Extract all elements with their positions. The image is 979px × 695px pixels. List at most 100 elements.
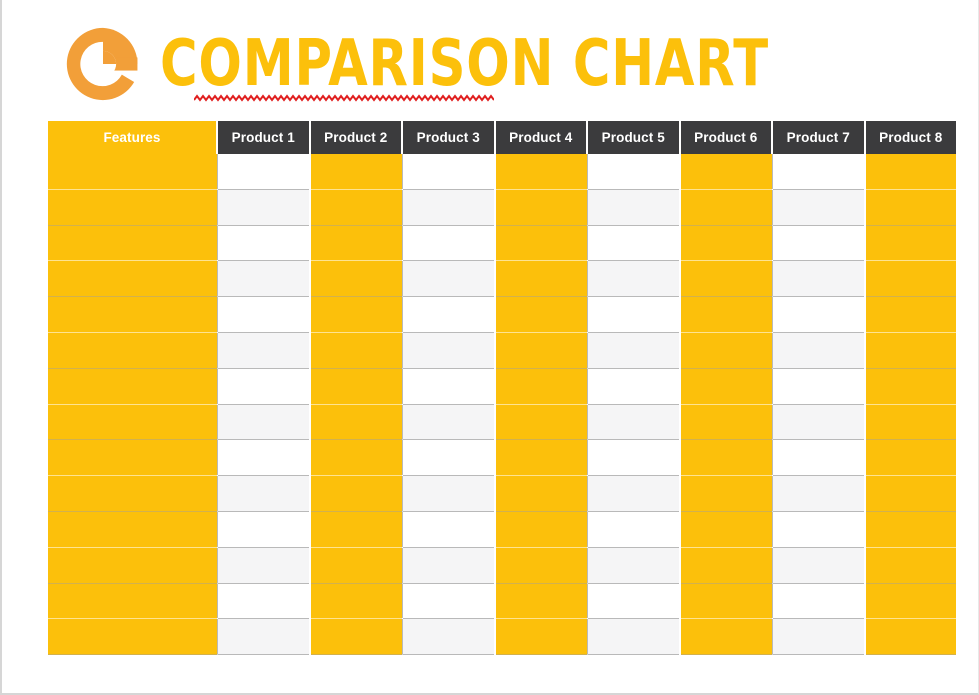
cell-product-4[interactable] [493, 154, 587, 190]
cell-product-3[interactable] [401, 583, 495, 620]
cell-product-2[interactable] [308, 583, 402, 620]
cell-product-5[interactable] [586, 618, 680, 656]
cell-product-3[interactable] [401, 475, 495, 512]
cell-product-1[interactable] [216, 404, 310, 441]
cell-product-2[interactable] [308, 547, 402, 584]
cell-product-6[interactable] [678, 547, 772, 584]
feature-cell[interactable] [48, 332, 217, 369]
cell-product-4[interactable] [493, 583, 587, 620]
cell-product-6[interactable] [678, 260, 772, 298]
cell-product-1[interactable] [216, 583, 310, 620]
cell-product-4[interactable] [493, 404, 587, 441]
cell-product-1[interactable] [216, 189, 310, 226]
cell-product-7[interactable] [771, 332, 865, 369]
cell-product-4[interactable] [493, 296, 587, 333]
column-header-product-8[interactable]: Product 8 [863, 121, 956, 154]
cell-product-2[interactable] [308, 439, 402, 477]
cell-product-5[interactable] [586, 189, 680, 226]
cell-product-4[interactable] [493, 368, 587, 405]
feature-cell[interactable] [48, 260, 217, 298]
cell-product-6[interactable] [678, 154, 772, 190]
cell-product-7[interactable] [771, 547, 865, 584]
cell-product-8[interactable] [863, 296, 956, 333]
cell-product-4[interactable] [493, 618, 587, 656]
cell-product-2[interactable] [308, 618, 402, 656]
cell-product-7[interactable] [771, 154, 865, 190]
cell-product-1[interactable] [216, 296, 310, 333]
cell-product-4[interactable] [493, 189, 587, 226]
cell-product-3[interactable] [401, 618, 495, 656]
cell-product-1[interactable] [216, 439, 310, 477]
cell-product-4[interactable] [493, 332, 587, 369]
feature-cell[interactable] [48, 439, 217, 477]
cell-product-6[interactable] [678, 618, 772, 656]
cell-product-3[interactable] [401, 332, 495, 369]
cell-product-1[interactable] [216, 475, 310, 512]
cell-product-6[interactable] [678, 511, 772, 548]
cell-product-3[interactable] [401, 225, 495, 262]
cell-product-8[interactable] [863, 368, 956, 405]
cell-product-7[interactable] [771, 475, 865, 512]
cell-product-8[interactable] [863, 618, 956, 656]
cell-product-7[interactable] [771, 511, 865, 548]
cell-product-8[interactable] [863, 189, 956, 226]
feature-cell[interactable] [48, 225, 217, 262]
cell-product-1[interactable] [216, 618, 310, 656]
cell-product-2[interactable] [308, 260, 402, 298]
cell-product-2[interactable] [308, 404, 402, 441]
cell-product-7[interactable] [771, 439, 865, 477]
feature-cell[interactable] [48, 618, 217, 656]
cell-product-5[interactable] [586, 511, 680, 548]
cell-product-3[interactable] [401, 296, 495, 333]
cell-product-2[interactable] [308, 189, 402, 226]
cell-product-7[interactable] [771, 296, 865, 333]
cell-product-4[interactable] [493, 439, 587, 477]
cell-product-6[interactable] [678, 332, 772, 369]
cell-product-3[interactable] [401, 154, 495, 190]
cell-product-3[interactable] [401, 260, 495, 298]
column-header-features[interactable]: Features [48, 121, 217, 154]
cell-product-8[interactable] [863, 439, 956, 477]
cell-product-5[interactable] [586, 547, 680, 584]
feature-cell[interactable] [48, 189, 217, 226]
column-header-product-6[interactable]: Product 6 [678, 121, 772, 154]
feature-cell[interactable] [48, 475, 217, 512]
column-header-product-3[interactable]: Product 3 [401, 121, 495, 154]
cell-product-5[interactable] [586, 296, 680, 333]
cell-product-8[interactable] [863, 583, 956, 620]
cell-product-8[interactable] [863, 511, 956, 548]
cell-product-8[interactable] [863, 475, 956, 512]
feature-cell[interactable] [48, 583, 217, 620]
cell-product-8[interactable] [863, 225, 956, 262]
cell-product-8[interactable] [863, 332, 956, 369]
cell-product-1[interactable] [216, 154, 310, 190]
cell-product-4[interactable] [493, 260, 587, 298]
cell-product-8[interactable] [863, 260, 956, 298]
cell-product-7[interactable] [771, 583, 865, 620]
feature-cell[interactable] [48, 154, 217, 190]
cell-product-3[interactable] [401, 439, 495, 477]
cell-product-5[interactable] [586, 154, 680, 190]
cell-product-4[interactable] [493, 475, 587, 512]
cell-product-4[interactable] [493, 547, 587, 584]
cell-product-7[interactable] [771, 189, 865, 226]
column-header-product-2[interactable]: Product 2 [308, 121, 402, 154]
cell-product-8[interactable] [863, 404, 956, 441]
cell-product-5[interactable] [586, 260, 680, 298]
cell-product-2[interactable] [308, 225, 402, 262]
cell-product-2[interactable] [308, 332, 402, 369]
cell-product-5[interactable] [586, 332, 680, 369]
column-header-product-1[interactable]: Product 1 [216, 121, 310, 154]
cell-product-7[interactable] [771, 618, 865, 656]
cell-product-6[interactable] [678, 583, 772, 620]
cell-product-6[interactable] [678, 475, 772, 512]
cell-product-1[interactable] [216, 225, 310, 262]
cell-product-1[interactable] [216, 260, 310, 298]
cell-product-5[interactable] [586, 404, 680, 441]
column-header-product-4[interactable]: Product 4 [493, 121, 587, 154]
column-header-product-7[interactable]: Product 7 [771, 121, 865, 154]
feature-cell[interactable] [48, 547, 217, 584]
cell-product-3[interactable] [401, 404, 495, 441]
cell-product-5[interactable] [586, 475, 680, 512]
cell-product-2[interactable] [308, 368, 402, 405]
